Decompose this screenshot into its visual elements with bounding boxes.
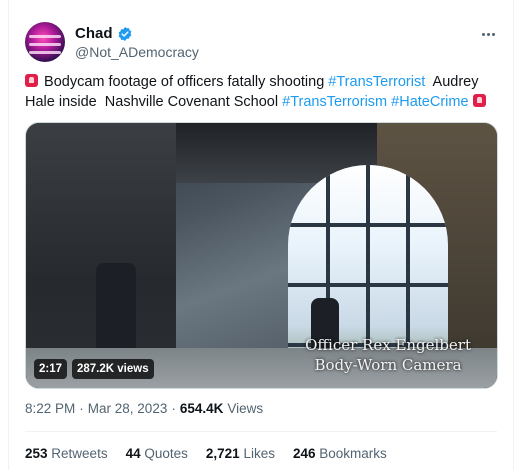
- scene-officer: [96, 263, 136, 353]
- likes-stat[interactable]: 2,721 Likes: [206, 446, 275, 461]
- video-player[interactable]: Officer Rex Engelbert Body-Worn Camera 2…: [25, 122, 498, 389]
- quotes-stat[interactable]: 44 Quotes: [126, 446, 188, 461]
- window-frame: [288, 223, 448, 227]
- video-duration: 2:17: [34, 359, 68, 379]
- divider: [25, 431, 497, 432]
- views-label: Views: [227, 401, 264, 416]
- dot: [486, 32, 490, 36]
- quotes-label: Quotes: [144, 446, 188, 461]
- bookmarks-label: Bookmarks: [319, 446, 387, 461]
- avatar-art: [29, 51, 61, 54]
- hashtag-link[interactable]: #TransTerrorist: [328, 74, 425, 90]
- engagement-stats: 253 Retweets 44 Quotes 2,721 Likes 246 B…: [25, 446, 387, 461]
- bodycam-overlay: Officer Rex Engelbert Body-Worn Camera: [305, 335, 471, 375]
- tweet-metadata: 8:22 PM · Mar 28, 2023 · 654.4K Views: [25, 401, 263, 416]
- meta-separator: ·: [171, 401, 176, 416]
- likes-count: 2,721: [205, 446, 240, 461]
- bookmarks-stat[interactable]: 246 Bookmarks: [293, 446, 387, 461]
- author-handle[interactable]: @Not_ADemocracy: [75, 44, 199, 60]
- bookmarks-count: 246: [292, 446, 316, 461]
- tweet-text-fragment: [469, 94, 473, 110]
- avatar[interactable]: [25, 22, 65, 62]
- police-light-emoji: [25, 74, 38, 87]
- retweets-count: 253: [25, 446, 48, 461]
- video-views: 287.2K views: [72, 359, 154, 379]
- tweet-date[interactable]: Mar 28, 2023: [88, 401, 168, 416]
- quotes-count: 44: [125, 446, 141, 461]
- likes-label: Likes: [243, 446, 275, 461]
- display-name[interactable]: Chad: [75, 25, 113, 42]
- more-options-icon[interactable]: [477, 26, 499, 42]
- police-light-emoji: [472, 94, 486, 107]
- dot: [491, 32, 495, 36]
- hashtag-link[interactable]: #TransTerrorism: [282, 94, 387, 110]
- retweets-label: Retweets: [51, 446, 108, 461]
- views-count: 654.4K: [179, 401, 224, 416]
- bodycam-officer-text: Officer Rex Engelbert: [305, 336, 471, 354]
- author-name-row: Chad: [75, 25, 133, 42]
- dot: [481, 32, 485, 36]
- hashtag-link[interactable]: #HateCrime: [391, 94, 468, 110]
- verified-badge-icon[interactable]: [117, 26, 133, 42]
- meta-separator: ·: [79, 401, 84, 416]
- avatar-art: [29, 35, 61, 38]
- window-frame: [288, 283, 448, 287]
- avatar-art: [29, 43, 61, 46]
- tweet-text: Bodycam footage of officers fatally shoo…: [25, 72, 501, 112]
- tweet-text-fragment: Bodycam footage of officers fatally shoo…: [40, 74, 329, 90]
- retweets-stat[interactable]: 253 Retweets: [25, 446, 108, 461]
- bodycam-camera-text: Body-Worn Camera: [314, 356, 462, 374]
- tweet-card: Chad @Not_ADemocracy Bodycam footage of …: [8, 0, 514, 470]
- tweet-time[interactable]: 8:22 PM: [25, 401, 75, 416]
